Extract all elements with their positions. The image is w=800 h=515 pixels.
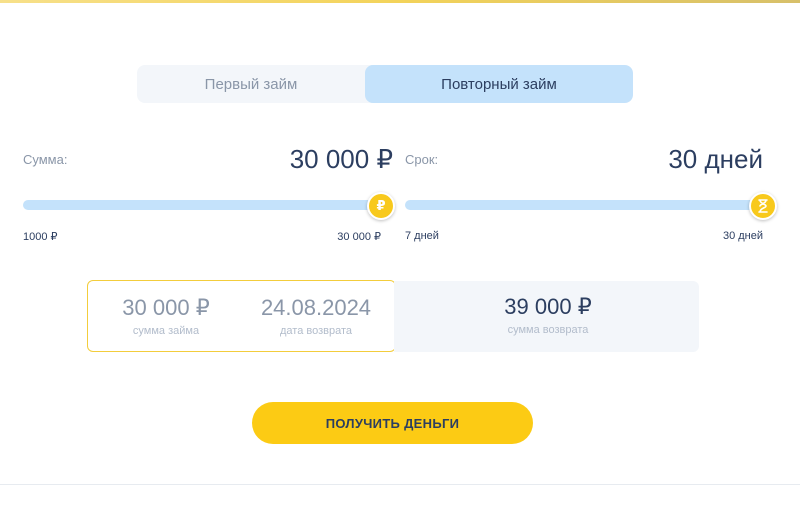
- top-accent-bar: [0, 0, 800, 3]
- return-date-caption: дата возврата: [279, 325, 352, 337]
- return-amount-box: 39 000 ₽ сумма возврата: [394, 281, 699, 352]
- return-amount-caption: сумма возврата: [507, 324, 589, 336]
- amount-value: 30 000 ₽: [289, 144, 393, 174]
- hourglass-icon: [758, 199, 768, 213]
- amount-slider-thumb[interactable]: ₽: [367, 192, 395, 220]
- amount-max: 30 000 ₽: [337, 231, 381, 243]
- loan-amount-value: 30 000 ₽: [122, 295, 210, 320]
- term-label: Срок:: [405, 152, 439, 167]
- term-slider-group: Срок: 30 дней 7 дней 30 дней: [405, 140, 777, 250]
- get-money-button[interactable]: ПОЛУЧИТЬ ДЕНЬГИ: [252, 402, 533, 444]
- term-slider-thumb[interactable]: [749, 192, 777, 220]
- amount-min: 1000 ₽: [23, 231, 58, 243]
- tab-repeat-loan[interactable]: Повторный займ: [365, 65, 633, 103]
- bottom-divider: [0, 484, 800, 485]
- loan-type-tabs: Первый займ Повторный займ: [137, 65, 633, 103]
- amount-label: Сумма:: [23, 152, 68, 167]
- term-max: 30 дней: [722, 230, 763, 242]
- amount-slider-track[interactable]: [23, 200, 381, 210]
- return-date-value: 24.08.2024: [260, 295, 372, 320]
- return-date-block: 24.08.2024 дата возврата: [246, 295, 386, 337]
- loan-amount-block: 30 000 ₽ сумма займа: [106, 295, 226, 337]
- loan-amount-caption: сумма займа: [132, 325, 200, 337]
- term-value: 30 дней: [668, 144, 763, 174]
- loan-summary: 30 000 ₽ сумма займа 24.08.2024 дата воз…: [87, 280, 396, 352]
- tab-first-loan[interactable]: Первый займ: [137, 65, 365, 103]
- return-amount-value: 39 000 ₽: [504, 294, 592, 319]
- return-amount-block: 39 000 ₽ сумма возврата: [454, 294, 642, 336]
- amount-slider-group: Сумма: 30 000 ₽ ₽ 1000 ₽ 30 000 ₽: [23, 140, 395, 250]
- term-min: 7 дней: [405, 230, 439, 242]
- ruble-icon: ₽: [376, 198, 386, 213]
- term-slider-track[interactable]: [405, 200, 755, 210]
